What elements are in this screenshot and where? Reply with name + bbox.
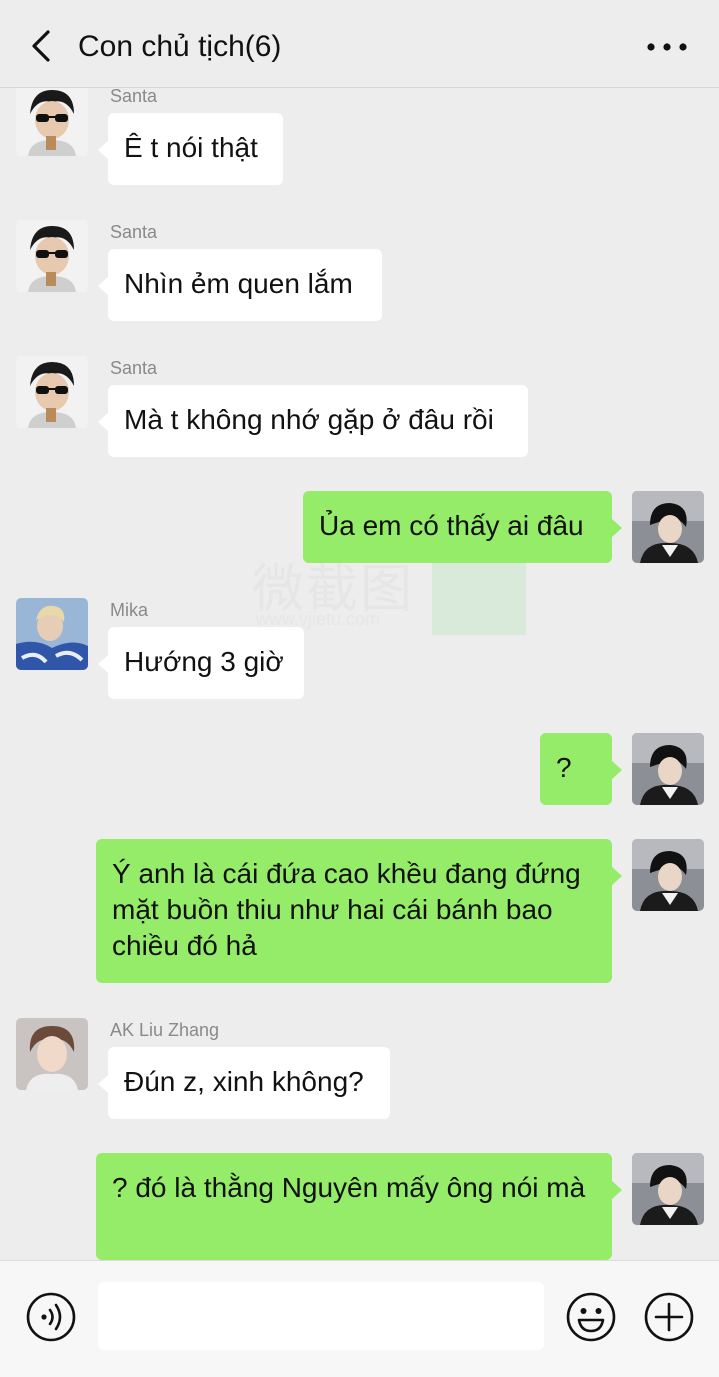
message-bubble[interactable]: Đún z, xinh không?	[108, 1047, 390, 1119]
avatar[interactable]	[16, 1018, 88, 1090]
message-list[interactable]: 微截图 www.vjietu.com Santa Ê t nói thật Sa…	[0, 88, 719, 1260]
avatar[interactable]	[16, 598, 88, 670]
message-bubble[interactable]: Nhìn ẻm quen lắm	[108, 249, 382, 321]
plus-icon[interactable]	[643, 1291, 695, 1343]
avatar[interactable]	[632, 839, 704, 911]
ellipsis-icon[interactable]	[645, 30, 689, 64]
message-bubble[interactable]: ?	[540, 733, 612, 805]
avatar-santa-icon	[16, 88, 88, 156]
sender-name: Santa	[110, 358, 158, 378]
chevron-left-icon[interactable]	[22, 26, 62, 66]
input-bar	[0, 1260, 719, 1377]
message-bubble[interactable]: ? đó là thằng Nguyên mấy ông nói mà	[96, 1153, 612, 1260]
avatar-santa-icon	[16, 356, 88, 428]
avatar-me-icon	[632, 733, 704, 805]
avatar[interactable]	[16, 88, 88, 156]
avatar[interactable]	[16, 220, 88, 292]
message-bubble[interactable]: Ý anh là cái đứa cao khều đang đứng mặt …	[96, 839, 612, 983]
avatar-ak-icon	[16, 1018, 88, 1090]
chat-title: Con chủ tịch(6)	[78, 30, 282, 63]
bubble-tail	[98, 277, 108, 295]
bubble-tail	[98, 655, 108, 673]
bubble-tail	[98, 413, 108, 431]
bubble-tail	[98, 141, 108, 159]
voice-icon[interactable]	[25, 1291, 77, 1343]
message-bubble[interactable]: Hướng 3 giờ	[108, 627, 304, 699]
avatar-me-icon	[632, 839, 704, 911]
avatar-santa-icon	[16, 220, 88, 292]
avatar[interactable]	[632, 1153, 704, 1225]
avatar-me-icon	[632, 1153, 704, 1225]
message-bubble[interactable]: Ủa em có thấy ai đâu	[303, 491, 612, 563]
avatar[interactable]	[16, 356, 88, 428]
bubble-tail	[612, 761, 622, 779]
bubble-tail	[612, 867, 622, 885]
avatar[interactable]	[632, 733, 704, 805]
avatar-me-icon	[632, 491, 704, 563]
chat-header: Con chủ tịch(6)	[0, 0, 719, 88]
bubble-tail	[98, 1075, 108, 1093]
message-input[interactable]	[98, 1282, 544, 1350]
sender-name: Santa	[110, 222, 158, 242]
avatar-mika-icon	[16, 598, 88, 670]
bubble-tail	[612, 519, 622, 537]
message-bubble[interactable]: Mà t không nhớ gặp ở đâu rồi	[108, 385, 528, 457]
sender-name: AK Liu Zhang	[110, 1020, 220, 1040]
emoji-icon[interactable]	[565, 1291, 617, 1343]
avatar[interactable]	[632, 491, 704, 563]
message-bubble[interactable]: Ê t nói thật	[108, 113, 283, 185]
sender-name: Santa	[110, 88, 158, 106]
bubble-tail	[612, 1181, 622, 1199]
sender-name: Mika	[110, 600, 149, 620]
